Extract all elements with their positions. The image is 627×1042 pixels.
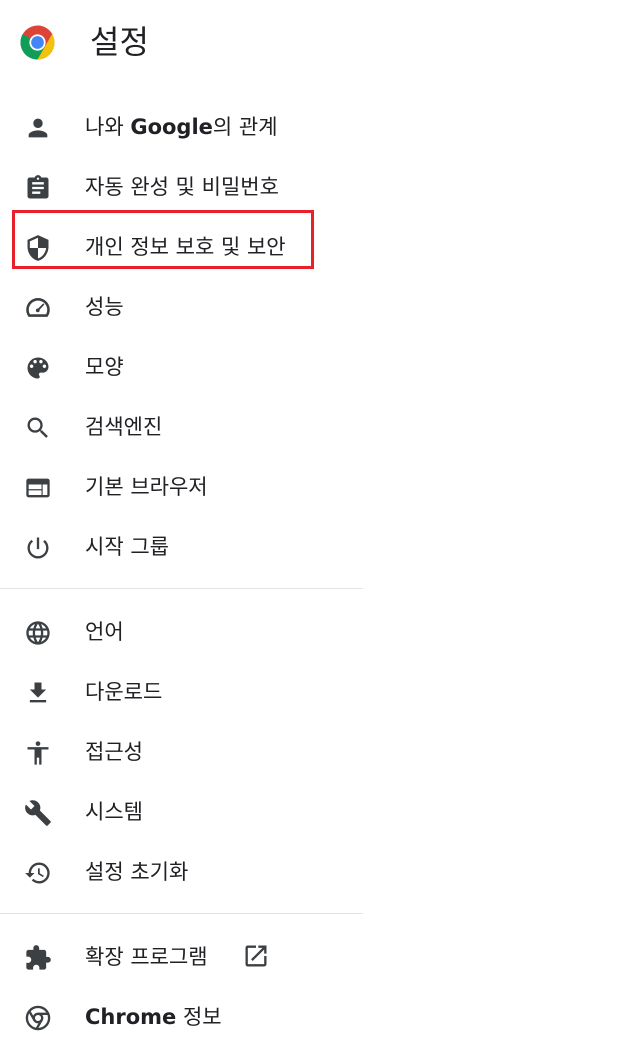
menu-item-accessibility[interactable]: 접근성 [0,721,363,781]
menu-item-label: 설정 초기화 [85,860,189,884]
menu-item-on-startup[interactable]: 시작 그룹 [0,516,363,576]
menu-item-performance[interactable]: 성능 [0,276,363,336]
menu-item-languages[interactable]: 언어 [0,601,363,661]
menu-item-label: Chrome 정보 [85,1005,222,1029]
accessibility-icon [24,739,52,767]
menu-item-reset[interactable]: 설정 초기화 [0,841,363,901]
menu-item-label: 접근성 [85,740,143,764]
search-icon [24,414,52,442]
palette-icon [24,354,52,382]
menu-item-label: 기본 브라우저 [85,475,208,499]
menu-item-about[interactable]: Chrome 정보 [0,986,363,1042]
menu-divider [0,588,363,589]
clipboard-icon [24,174,52,202]
page-title: 설정 [90,23,149,61]
menu-item-label: 시스템 [85,800,143,824]
menu-divider [0,913,363,914]
puzzle-icon [24,944,52,972]
menu-item-privacy[interactable]: 개인 정보 보호 및 보안 [0,216,363,276]
settings-menu: 나와 Google의 관계 자동 완성 및 비밀번호 개인 정보 보호 및 보안… [0,96,363,1042]
download-icon [24,679,52,707]
menu-item-label: 검색엔진 [85,415,163,439]
speedometer-icon [24,294,52,322]
menu-item-label: 나와 Google의 관계 [85,115,278,139]
menu-item-label: 확장 프로그램 [85,945,208,969]
menu-item-label: 모양 [85,355,124,379]
menu-item-default-browser[interactable]: 기본 브라우저 [0,456,363,516]
menu-item-extensions[interactable]: 확장 프로그램 [0,926,363,986]
menu-item-label: 자동 완성 및 비밀번호 [85,175,279,199]
globe-icon [24,619,52,647]
menu-item-label: 언어 [85,620,124,644]
open-in-new-icon[interactable] [242,942,270,970]
chrome-logo-icon [20,25,55,60]
settings-page: 설정 나와 Google의 관계 자동 완성 및 비밀번호 개인 정보 보호 및… [0,0,627,1042]
menu-item-system[interactable]: 시스템 [0,781,363,841]
menu-item-autofill[interactable]: 자동 완성 및 비밀번호 [0,156,363,216]
menu-item-label: 다운로드 [85,680,163,704]
browser-window-icon [24,474,52,502]
menu-item-search-engine[interactable]: 검색엔진 [0,396,363,456]
history-icon [24,859,52,887]
chrome-icon [24,1004,52,1032]
settings-header: 설정 [0,0,627,84]
person-icon [24,114,52,142]
power-icon [24,534,52,562]
menu-item-appearance[interactable]: 모양 [0,336,363,396]
menu-item-label: 성능 [85,295,124,319]
menu-item-label: 시작 그룹 [85,535,169,559]
menu-item-downloads[interactable]: 다운로드 [0,661,363,721]
menu-item-label: 개인 정보 보호 및 보안 [85,235,286,259]
wrench-icon [24,799,52,827]
menu-item-you-and-google[interactable]: 나와 Google의 관계 [0,96,363,156]
shield-icon [24,234,52,262]
